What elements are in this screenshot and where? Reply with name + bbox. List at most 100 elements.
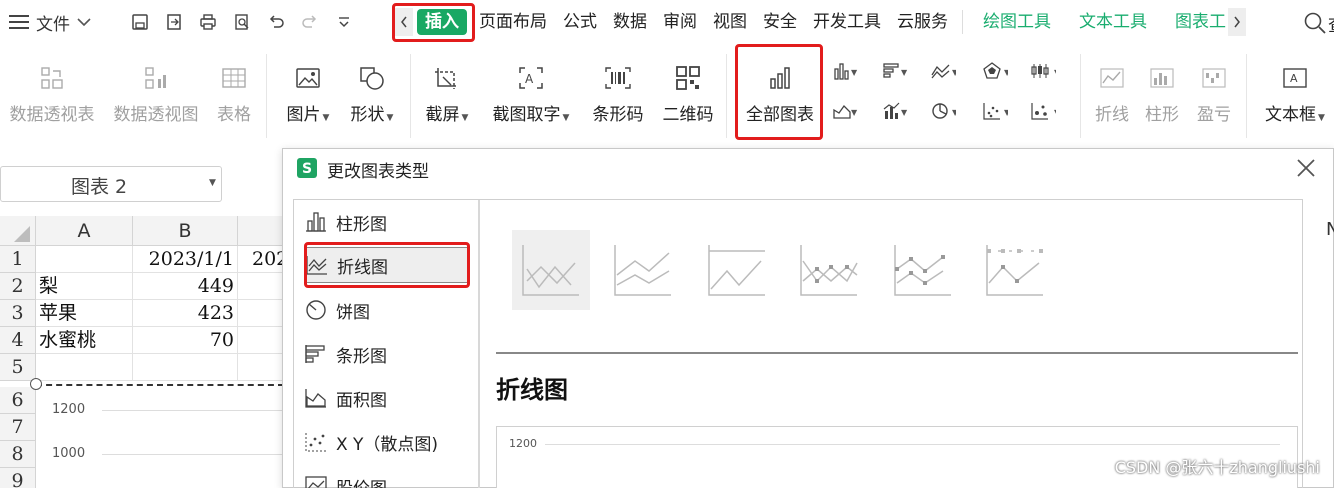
radar-chart-small-icon[interactable]: ▼	[982, 60, 1008, 82]
barcode-button[interactable]: 条形码	[590, 64, 646, 125]
tab-security[interactable]: 安全	[755, 6, 805, 38]
cell-b5[interactable]	[133, 354, 238, 381]
highlight-insert-tab	[392, 3, 475, 42]
preview-axis-label: 1200	[509, 437, 537, 450]
search-icon[interactable]	[1302, 10, 1328, 34]
tab-cloud[interactable]: 云服务	[889, 6, 956, 38]
dialog-title-bar[interactable]: S 更改图表类型	[283, 149, 1333, 187]
cell-b3[interactable]: 423	[133, 300, 238, 327]
shape-button[interactable]: 形状 ▼	[344, 64, 400, 125]
cell-c4[interactable]	[238, 327, 284, 354]
category-area[interactable]: 面积图	[304, 380, 387, 416]
stock-chart-small-icon[interactable]: ▼	[1030, 60, 1056, 82]
undo-icon[interactable]	[266, 12, 286, 32]
tab-review[interactable]: 审阅	[655, 6, 705, 38]
svg-text:▼: ▼	[952, 108, 956, 117]
row-header[interactable]: 7	[0, 414, 36, 441]
tab-chart-tools[interactable]: 图表工	[1161, 6, 1228, 38]
screenshot-button[interactable]: 截屏 ▼	[422, 64, 472, 125]
print-preview-icon[interactable]	[232, 12, 252, 32]
cell-c2[interactable]	[238, 273, 284, 300]
picture-button[interactable]: 图片 ▼	[280, 64, 336, 125]
redo-icon[interactable]	[300, 12, 320, 32]
tab-data[interactable]: 数据	[605, 6, 655, 38]
cell-c5[interactable]	[238, 354, 284, 381]
cell-a4[interactable]: 水蜜桃	[36, 327, 133, 354]
sparkline-column-button[interactable]: 柱形	[1144, 64, 1180, 125]
embedded-chart[interactable]: 1200 1000	[30, 378, 284, 488]
bubble-chart-small-icon[interactable]: ▼	[1030, 100, 1056, 122]
column-header-b[interactable]: B	[133, 216, 238, 246]
screenshot-text-button[interactable]: A 截图取字 ▼	[490, 64, 572, 125]
row-header[interactable]: 8	[0, 441, 36, 468]
cell-c1[interactable]: 202	[238, 246, 284, 273]
select-all-corner[interactable]	[0, 216, 36, 246]
category-bar[interactable]: 条形图	[304, 336, 387, 372]
name-box[interactable]: 图表 2 ▼	[0, 166, 222, 202]
sparkline-line-button[interactable]: 折线	[1094, 64, 1130, 125]
bar-chart-small-icon[interactable]: ▼	[882, 60, 908, 82]
line-chart-small-icon[interactable]: ▼	[930, 60, 956, 82]
row-header[interactable]: 3	[0, 300, 36, 327]
file-menu[interactable]: 文件	[8, 9, 92, 35]
tab-drawing-tools[interactable]: 绘图工具	[969, 6, 1065, 38]
chart-axis-label: 1000	[52, 446, 86, 461]
tab-formula[interactable]: 公式	[555, 6, 605, 38]
area-chart-small-icon[interactable]: ▼	[832, 100, 858, 122]
chart-resize-handle[interactable]	[30, 378, 42, 390]
cell-a2[interactable]: 梨	[36, 273, 133, 300]
row-header[interactable]: 1	[0, 246, 36, 273]
column-header-a[interactable]: A	[36, 216, 133, 246]
row-header[interactable]: 9	[0, 468, 36, 488]
tab-view[interactable]: 视图	[705, 6, 755, 38]
category-stock[interactable]: 股价图	[304, 468, 387, 488]
tab-separator	[962, 10, 963, 34]
subtype-stacked-line-markers[interactable]	[884, 230, 962, 310]
cell-b2[interactable]: 449	[133, 273, 238, 300]
tab-developer[interactable]: 开发工具	[805, 6, 889, 38]
pie-chart-icon	[304, 299, 328, 321]
pivot-chart-button[interactable]: 数据透视图	[110, 64, 202, 125]
cell-a1[interactable]	[36, 246, 133, 273]
column-header-c[interactable]	[238, 216, 284, 246]
close-icon[interactable]	[1295, 157, 1317, 179]
tab-text-tools[interactable]: 文本工具	[1065, 6, 1161, 38]
category-column[interactable]: 柱形图	[304, 204, 387, 240]
scatter-chart-small-icon[interactable]: ▼	[982, 100, 1008, 122]
textbox-button[interactable]: A 文本框 ▼	[1260, 64, 1330, 125]
sparkline-winloss-button[interactable]: 盈亏	[1196, 64, 1232, 125]
cell-c3[interactable]	[238, 300, 284, 327]
subtype-line-markers[interactable]	[790, 230, 868, 310]
row-header[interactable]: 6	[0, 387, 36, 414]
export-icon[interactable]	[164, 12, 184, 32]
cell-a3[interactable]: 苹果	[36, 300, 133, 327]
subtype-percent-line[interactable]	[698, 230, 776, 310]
column-chart-small-icon[interactable]: ▼	[832, 60, 858, 82]
category-scatter[interactable]: X Y（散点图)	[304, 424, 438, 460]
spreadsheet-grid: A B 1 2 3 4 5 6 7 8 9 2023/1/1 202 梨 449…	[0, 216, 284, 488]
table-label: 表格	[217, 105, 251, 125]
highlight-all-charts	[735, 44, 823, 140]
category-pie[interactable]: 饼图	[304, 292, 370, 328]
search-label[interactable]: 查	[1328, 11, 1334, 36]
qrcode-button[interactable]: 二维码	[660, 64, 716, 125]
cell-b4[interactable]: 70	[133, 327, 238, 354]
print-icon[interactable]	[198, 12, 218, 32]
subtype-percent-line-markers[interactable]	[976, 230, 1054, 310]
subtype-stacked-line[interactable]	[604, 230, 682, 310]
customize-toolbar-icon[interactable]	[334, 12, 354, 32]
row-header[interactable]: 5	[0, 354, 36, 381]
combo-chart-small-icon[interactable]: ▼	[882, 100, 908, 122]
row-header[interactable]: 2	[0, 273, 36, 300]
pie-chart-small-icon[interactable]: ▼	[930, 100, 956, 122]
tabs-scroll-right-icon[interactable]	[1228, 8, 1246, 36]
subtype-line[interactable]	[512, 230, 590, 310]
table-button[interactable]: 表格	[214, 64, 254, 125]
cell-b1[interactable]: 2023/1/1	[133, 246, 238, 273]
save-icon[interactable]	[130, 12, 150, 32]
cell-a5[interactable]	[36, 354, 133, 381]
tab-page-layout[interactable]: 页面布局	[471, 6, 555, 38]
sparkline-line-icon	[1098, 64, 1126, 92]
pivot-table-button[interactable]: 数据透视表	[6, 64, 98, 125]
row-header[interactable]: 4	[0, 327, 36, 354]
